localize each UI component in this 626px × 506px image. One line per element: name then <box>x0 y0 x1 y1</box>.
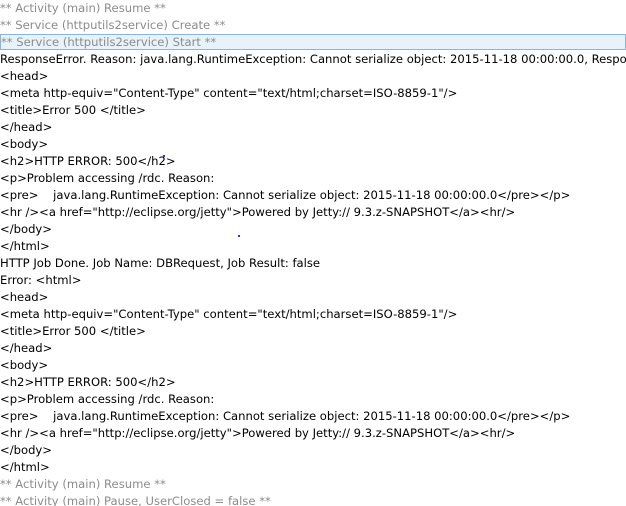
log-line[interactable]: <p>Problem accessing /rdc. Reason: <box>0 170 214 187</box>
log-line[interactable]: <title>Error 500 </title> <box>0 102 146 119</box>
log-line[interactable]: </html> <box>0 238 50 255</box>
log-line[interactable]: HTTP Job Done. Job Name: DBRequest, Job … <box>0 255 320 272</box>
log-line[interactable]: ResponseError. Reason: java.lang.Runtime… <box>0 51 626 68</box>
log-line[interactable]: <hr /><a href="http://eclipse.org/jetty"… <box>0 425 515 442</box>
log-line[interactable]: ** Service (httputils2service) Create ** <box>0 17 225 34</box>
stray-dot <box>238 235 240 237</box>
log-line[interactable]: </head> <box>0 119 52 136</box>
log-line[interactable]: <meta http-equiv="Content-Type" content=… <box>0 306 457 323</box>
log-line[interactable]: <body> <box>0 136 48 153</box>
log-line[interactable]: <pre> java.lang.RuntimeException: Cannot… <box>0 408 570 425</box>
log-line[interactable]: ** Activity (main) Resume ** <box>0 0 166 17</box>
stray-dot <box>163 155 165 157</box>
log-line[interactable]: <body> <box>0 357 48 374</box>
log-line[interactable]: <hr /><a href="http://eclipse.org/jetty"… <box>0 204 515 221</box>
log-line-selected[interactable]: ** Service (httputils2service) Start ** <box>0 34 626 50</box>
log-line[interactable]: Error: <html> <box>0 272 81 289</box>
log-line[interactable]: <h2>HTTP ERROR: 500</h2> <box>0 153 176 170</box>
log-line[interactable]: </body> <box>0 442 52 459</box>
log-line[interactable]: </html> <box>0 459 50 476</box>
log-line[interactable]: <p>Problem accessing /rdc. Reason: <box>0 391 214 408</box>
log-line[interactable]: <head> <box>0 289 48 306</box>
log-viewer[interactable]: ** Activity (main) Resume ** ** Service (… <box>0 0 626 506</box>
log-line[interactable]: <head> <box>0 68 48 85</box>
log-line[interactable]: ** Activity (main) Pause, UserClosed = f… <box>0 493 271 506</box>
log-line[interactable]: ** Activity (main) Resume ** <box>0 476 166 493</box>
log-line[interactable]: <h2>HTTP ERROR: 500</h2> <box>0 374 176 391</box>
log-line[interactable]: <pre> java.lang.RuntimeException: Cannot… <box>0 187 570 204</box>
log-line[interactable]: <meta http-equiv="Content-Type" content=… <box>0 85 457 102</box>
log-line[interactable]: <title>Error 500 </title> <box>0 323 146 340</box>
log-line[interactable]: </head> <box>0 340 52 357</box>
log-line[interactable]: </body> <box>0 221 52 238</box>
